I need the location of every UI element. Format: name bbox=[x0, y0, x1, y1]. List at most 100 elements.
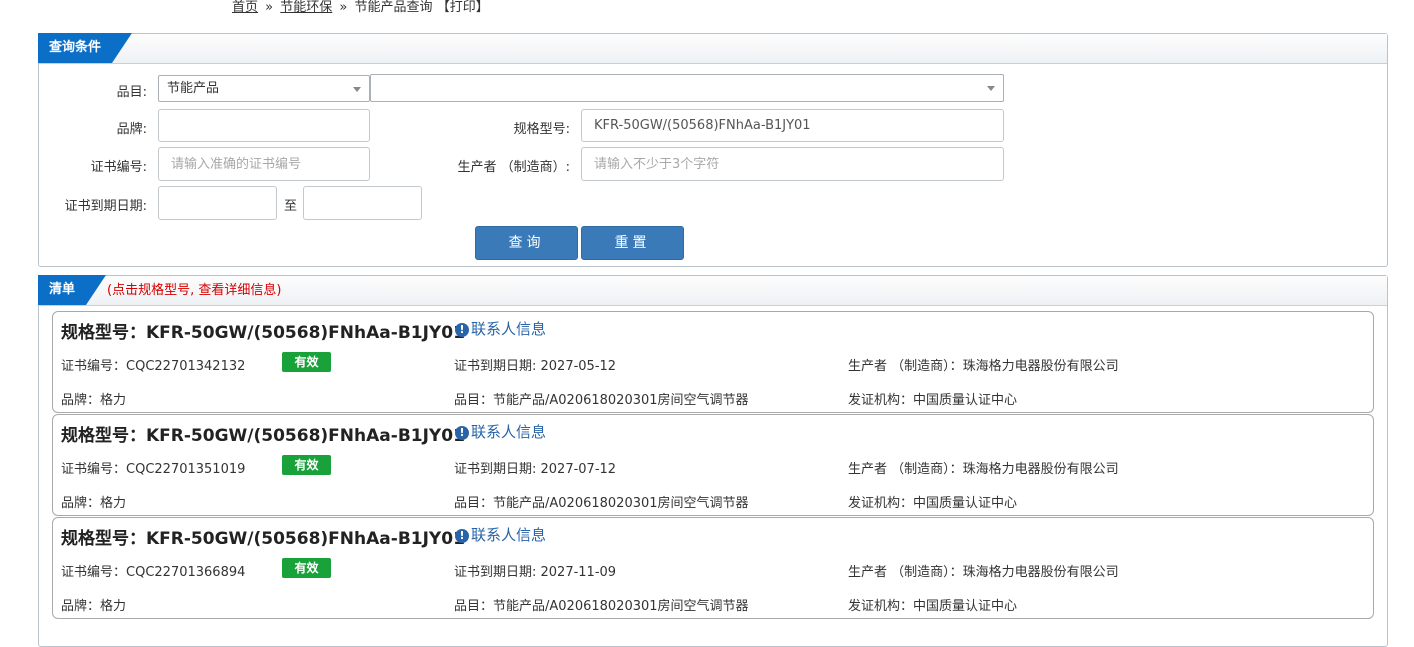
expiry-date-label: 证书到期日期: bbox=[454, 462, 541, 477]
subcategory-select[interactable] bbox=[370, 74, 1004, 102]
result-title: 规格型号：KFR-50GW/(50568)FNhAa-B1JY01 bbox=[61, 318, 465, 343]
manufacturer-value: 珠海格力电器股份有限公司 bbox=[962, 462, 1119, 477]
category-value: 节能产品/A020618020301房间空气调节器 bbox=[493, 599, 749, 614]
model-link[interactable]: KFR-50GW/(50568)FNhAa-B1JY01 bbox=[146, 426, 465, 446]
result-card: 规格型号：KFR-50GW/(50568)FNhAa-B1JY01 ! 联系人信息… bbox=[52, 414, 1374, 516]
issuer-value: 中国质量认证中心 bbox=[913, 393, 1018, 408]
manufacturer: 生产者 （制造商）：珠海格力电器股份有限公司 bbox=[848, 355, 1119, 374]
expiry-date: 证书到期日期: 2027-11-09 bbox=[454, 561, 616, 580]
manufacturer-value: 珠海格力电器股份有限公司 bbox=[962, 565, 1119, 580]
brand-label: 品牌： bbox=[61, 496, 101, 511]
cert-number-label: 证书编号: bbox=[90, 160, 147, 175]
issuer-label: 发证机构： bbox=[848, 393, 914, 408]
query-panel: 查询条件 品目: 节能产品 品牌: 规格型号: 证书编号: 生产者 （制造商）:… bbox=[38, 33, 1388, 267]
expiry-date: 证书到期日期: 2027-07-12 bbox=[454, 458, 616, 477]
issuer: 发证机构：中国质量认证中心 bbox=[848, 389, 1017, 408]
category: 品目：节能产品/A020618020301房间空气调节器 bbox=[454, 492, 749, 511]
status-badge: 有效 bbox=[282, 558, 331, 578]
brand: 品牌：格力 bbox=[61, 595, 126, 614]
category-value: 节能产品/A020618020301房间空气调节器 bbox=[493, 393, 749, 408]
info-icon: ! bbox=[455, 529, 469, 543]
manufacturer: 生产者 （制造商）：珠海格力电器股份有限公司 bbox=[848, 561, 1119, 580]
contact-info-label: 联系人信息 bbox=[471, 526, 547, 544]
manufacturer-value: 珠海格力电器股份有限公司 bbox=[962, 359, 1119, 374]
brand: 品牌：格力 bbox=[61, 389, 126, 408]
category: 品目：节能产品/A020618020301房间空气调节器 bbox=[454, 595, 749, 614]
query-panel-header: 查询条件 bbox=[38, 33, 1387, 64]
brand-label: 品牌： bbox=[61, 599, 101, 614]
category: 品目：节能产品/A020618020301房间空气调节器 bbox=[454, 389, 749, 408]
breadcrumb: 首页 » 节能环保 » 节能产品查询 【打印】 bbox=[232, 0, 489, 15]
model-input[interactable] bbox=[581, 109, 1004, 142]
manufacturer-input[interactable] bbox=[581, 147, 1004, 181]
category-select[interactable]: 节能产品 bbox=[158, 75, 370, 102]
breadcrumb-separator: » bbox=[265, 0, 274, 15]
expiry-to-separator: 至 bbox=[284, 199, 298, 214]
cert-number-label: 证书编号： bbox=[61, 359, 127, 374]
expiry-date-label: 证书到期日期: bbox=[454, 359, 541, 374]
model-link[interactable]: KFR-50GW/(50568)FNhAa-B1JY01 bbox=[146, 529, 465, 549]
manufacturer: 生产者 （制造商）：珠海格力电器股份有限公司 bbox=[848, 458, 1119, 477]
contact-info-label: 联系人信息 bbox=[471, 423, 547, 441]
manufacturer-label: 生产者 （制造商）： bbox=[848, 565, 963, 580]
breadcrumb-category[interactable]: 节能环保 bbox=[280, 0, 332, 15]
contact-info-label: 联系人信息 bbox=[471, 320, 547, 338]
cert-number-value: CQC22701342132 bbox=[126, 359, 246, 374]
issuer-label: 发证机构： bbox=[848, 496, 914, 511]
issuer: 发证机构：中国质量认证中心 bbox=[848, 492, 1017, 511]
expiry-from-input[interactable] bbox=[158, 186, 277, 220]
brand-label: 品牌: bbox=[116, 122, 147, 137]
model-title-label: 规格型号： bbox=[61, 323, 146, 343]
results-panel-header: 清单 (点击规格型号, 查看详细信息) bbox=[38, 275, 1387, 306]
results-panel-title: 清单 bbox=[38, 275, 106, 305]
result-card: 规格型号：KFR-50GW/(50568)FNhAa-B1JY01 ! 联系人信息… bbox=[52, 311, 1374, 413]
cert-number-input[interactable] bbox=[158, 147, 370, 181]
model-link[interactable]: KFR-50GW/(50568)FNhAa-B1JY01 bbox=[146, 323, 465, 343]
category-label: 品目： bbox=[454, 393, 494, 408]
expiry-date-value: 2027-11-09 bbox=[540, 565, 617, 580]
manufacturer-label: 生产者 （制造商）： bbox=[848, 359, 963, 374]
issuer-label: 发证机构： bbox=[848, 599, 914, 614]
print-link[interactable]: 【打印】 bbox=[437, 0, 489, 15]
info-icon: ! bbox=[455, 426, 469, 440]
issuer-value: 中国质量认证中心 bbox=[913, 496, 1018, 511]
chevron-down-icon bbox=[987, 86, 995, 91]
brand-value: 格力 bbox=[100, 599, 127, 614]
issuer-value: 中国质量认证中心 bbox=[913, 599, 1018, 614]
cert-number: 证书编号：CQC22701366894 bbox=[61, 561, 245, 580]
cert-number-value: CQC22701366894 bbox=[126, 565, 246, 580]
brand-value: 格力 bbox=[100, 393, 127, 408]
search-button[interactable]: 查询 bbox=[475, 226, 578, 260]
expiry-to-input[interactable] bbox=[303, 186, 422, 220]
breadcrumb-home[interactable]: 首页 bbox=[232, 0, 258, 15]
brand: 品牌：格力 bbox=[61, 492, 126, 511]
cert-number-label: 证书编号： bbox=[61, 462, 127, 477]
manufacturer-label: 生产者 （制造商）: bbox=[457, 160, 570, 175]
manufacturer-label: 生产者 （制造商）： bbox=[848, 462, 963, 477]
expiry-date-value: 2027-07-12 bbox=[540, 462, 617, 477]
brand-input[interactable] bbox=[158, 109, 370, 142]
info-icon: ! bbox=[455, 323, 469, 337]
category-value: 节能产品/A020618020301房间空气调节器 bbox=[493, 496, 749, 511]
cert-number: 证书编号：CQC22701351019 bbox=[61, 458, 245, 477]
category-label: 品目: bbox=[116, 85, 147, 100]
chevron-down-icon bbox=[353, 87, 361, 92]
result-title: 规格型号：KFR-50GW/(50568)FNhAa-B1JY01 bbox=[61, 524, 465, 549]
issuer: 发证机构：中国质量认证中心 bbox=[848, 595, 1017, 614]
category-label: 品目： bbox=[454, 496, 494, 511]
category-label: 品目： bbox=[454, 599, 494, 614]
contact-info-link[interactable]: ! 联系人信息 bbox=[455, 524, 546, 545]
breadcrumb-current: 节能产品查询 bbox=[354, 0, 433, 15]
category-select-value: 节能产品 bbox=[167, 81, 220, 96]
result-title: 规格型号：KFR-50GW/(50568)FNhAa-B1JY01 bbox=[61, 421, 465, 446]
model-title-label: 规格型号： bbox=[61, 529, 146, 549]
contact-info-link[interactable]: ! 联系人信息 bbox=[455, 421, 546, 442]
query-panel-title: 查询条件 bbox=[38, 33, 132, 63]
expiry-date: 证书到期日期: 2027-05-12 bbox=[454, 355, 616, 374]
result-card: 规格型号：KFR-50GW/(50568)FNhAa-B1JY01 ! 联系人信息… bbox=[52, 517, 1374, 619]
contact-info-link[interactable]: ! 联系人信息 bbox=[455, 318, 546, 339]
model-label: 规格型号: bbox=[513, 122, 570, 137]
expiry-date-label: 证书到期日期: bbox=[64, 199, 147, 214]
expiry-date-value: 2027-05-12 bbox=[540, 359, 617, 374]
reset-button[interactable]: 重置 bbox=[581, 226, 684, 260]
